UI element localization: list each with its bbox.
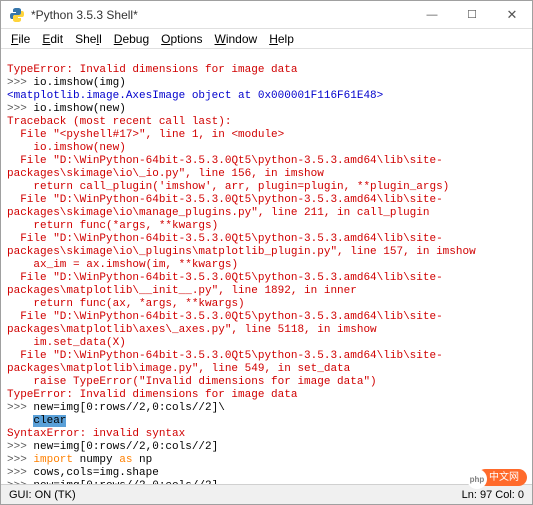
menu-debug[interactable]: Debug xyxy=(110,32,153,46)
status-gui: GUI: ON (TK) xyxy=(9,489,462,501)
traceback-line: return func(*args, **kwargs) xyxy=(7,220,218,232)
traceback-line: File "<pyshell#17>", line 1, in <module> xyxy=(7,129,284,141)
traceback-line: io.imshow(new) xyxy=(7,142,126,154)
prompt: >>> xyxy=(7,467,33,479)
traceback-line: ax_im = ax.imshow(im, **kwargs) xyxy=(7,259,238,271)
menu-file[interactable]: File xyxy=(7,32,34,46)
prompt: >>> xyxy=(7,441,33,453)
traceback-line: File "D:\WinPython-64bit-3.5.3.0Qt5\pyth… xyxy=(7,233,476,258)
prompt: >>> xyxy=(7,77,33,89)
menu-options[interactable]: Options xyxy=(157,32,206,46)
menu-shell[interactable]: Shell xyxy=(71,32,106,46)
prompt: >>> xyxy=(7,103,33,115)
traceback-line: File "D:\WinPython-64bit-3.5.3.0Qt5\pyth… xyxy=(7,350,443,375)
python-shell-window: *Python 3.5.3 Shell* — ☐ ✕ File Edit She… xyxy=(0,0,533,505)
titlebar[interactable]: *Python 3.5.3 Shell* — ☐ ✕ xyxy=(1,1,532,29)
error-line: TypeError: Invalid dimensions for image … xyxy=(7,64,297,76)
code-line: io.imshow(img) xyxy=(33,77,125,89)
shell-content[interactable]: TypeError: Invalid dimensions for image … xyxy=(1,49,532,484)
prompt: >>> xyxy=(7,402,33,414)
close-button[interactable]: ✕ xyxy=(492,1,532,29)
maximize-button[interactable]: ☐ xyxy=(452,1,492,29)
error-line: SyntaxError: invalid syntax xyxy=(7,428,185,440)
error-line: TypeError: Invalid dimensions for image … xyxy=(7,389,297,401)
traceback-line: File "D:\WinPython-64bit-3.5.3.0Qt5\pyth… xyxy=(7,311,443,336)
traceback-line: return func(ax, *args, **kwargs) xyxy=(7,298,245,310)
code-line: new=img[0:rows//2,0:cols//2] xyxy=(33,480,218,484)
indent xyxy=(7,415,33,427)
menubar: File Edit Shell Debug Options Window Hel… xyxy=(1,29,532,49)
python-icon xyxy=(9,7,25,23)
keyword: as xyxy=(119,454,132,466)
selected-text: clear xyxy=(33,415,66,427)
traceback-line: im.set_data(X) xyxy=(7,337,126,349)
menu-help[interactable]: Help xyxy=(265,32,298,46)
menu-window[interactable]: Window xyxy=(211,32,262,46)
status-cursor: Ln: 97 Col: 0 xyxy=(462,489,524,501)
code-line: cows,cols=img.shape xyxy=(33,467,158,479)
statusbar: GUI: ON (TK) Ln: 97 Col: 0 xyxy=(1,484,532,504)
window-title: *Python 3.5.3 Shell* xyxy=(31,8,412,22)
repr-line: <matplotlib.image.AxesImage object at 0x… xyxy=(7,90,383,102)
keyword: import xyxy=(33,454,73,466)
traceback-line: File "D:\WinPython-64bit-3.5.3.0Qt5\pyth… xyxy=(7,194,443,219)
minimize-button[interactable]: — xyxy=(412,1,452,29)
prompt: >>> xyxy=(7,480,33,484)
traceback-line: File "D:\WinPython-64bit-3.5.3.0Qt5\pyth… xyxy=(7,272,443,297)
code-line: new=img[0:rows//2,0:cols//2]\ xyxy=(33,402,224,414)
traceback-line: File "D:\WinPython-64bit-3.5.3.0Qt5\pyth… xyxy=(7,155,443,180)
menu-edit[interactable]: Edit xyxy=(38,32,67,46)
traceback-line: Traceback (most recent call last): xyxy=(7,116,231,128)
traceback-line: raise TypeError("Invalid dimensions for … xyxy=(7,376,377,388)
code-line: io.imshow(new) xyxy=(33,103,125,115)
prompt: >>> xyxy=(7,454,33,466)
traceback-line: return call_plugin('imshow', arr, plugin… xyxy=(7,181,449,193)
code-line: new=img[0:rows//2,0:cols//2] xyxy=(33,441,218,453)
